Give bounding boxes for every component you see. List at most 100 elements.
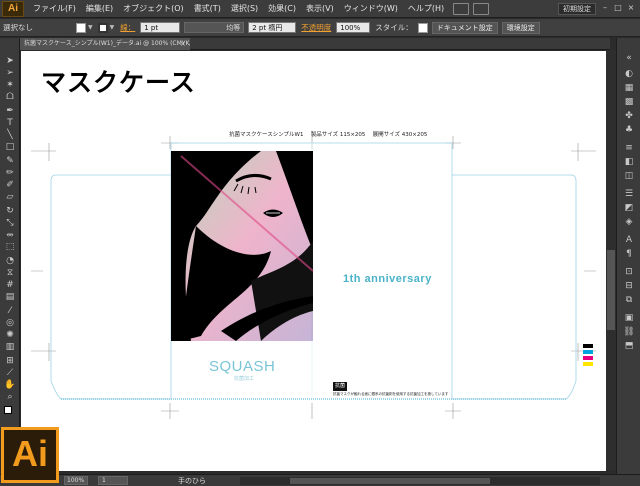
symbols-panel-icon[interactable]: ♣ (622, 124, 636, 136)
tools-panel: ➤ ➢ ✶ ᗝ ✒ T ╲ □ ✎ ✏ ✐ ▱ ↻ ⤡ ⥈ ⬚ ◔ ⧖ # ▤ … (0, 38, 20, 428)
column-graph-tool-icon[interactable]: ▥ (4, 342, 16, 352)
perspective-grid-tool-icon[interactable]: ⧖ (4, 268, 16, 278)
brand-logo: SQUASH (209, 358, 276, 375)
workspace-switcher[interactable]: 初期設定 (558, 3, 596, 15)
antibacterial-badge: 抗菌 (333, 382, 347, 391)
menu-object[interactable]: オブジェクト(O) (118, 0, 189, 18)
paragraph-panel-icon[interactable]: ¶ (622, 248, 636, 260)
free-transform-tool-icon[interactable]: ⬚ (4, 242, 16, 252)
color-guide-icon[interactable]: ▦ (622, 82, 636, 94)
brush-definition[interactable]: 2 pt 楕円 (248, 22, 297, 33)
paintbrush-tool-icon[interactable]: ✎ (4, 156, 16, 166)
transform-panel-icon[interactable]: ⊡ (622, 266, 636, 278)
pen-tool-icon[interactable]: ✒ (4, 106, 16, 116)
type-tool-icon[interactable]: T (4, 118, 16, 128)
bridge-icon[interactable] (453, 2, 470, 15)
menu-bar: Ai ファイル(F) 編集(E) オブジェクト(O) 書式(T) 選択(S) 効… (0, 0, 640, 18)
gradient-tool-icon[interactable]: ▤ (4, 292, 16, 302)
menu-effect[interactable]: 効果(C) (263, 0, 301, 18)
product-note: 抗菌マスクが触れる面に銀系の抗菌剤を使用する抗菌加工を施しています (333, 392, 449, 396)
opacity-label[interactable]: 不透明度 (301, 22, 331, 33)
transparency-panel-icon[interactable]: ◫ (622, 170, 636, 182)
current-tool-status: 手のひら (178, 477, 206, 485)
artwork (31, 136, 596, 419)
chevron-down-icon[interactable]: ▼ (88, 24, 93, 31)
rectangle-tool-icon[interactable]: □ (4, 142, 16, 152)
blob-brush-tool-icon[interactable]: ✐ (4, 180, 16, 190)
main-menu: ファイル(F) 編集(E) オブジェクト(O) 書式(T) 選択(S) 効果(C… (28, 0, 449, 18)
canvas[interactable]: マスクケース 抗菌マスクケースシンプルW1 製品サイズ 115×205 展開サイ… (21, 51, 606, 471)
document-tab-bar: 抗菌マスクケース_シンプル(W1)_データ.ai @ 100% (CMYK/プレ… (20, 38, 610, 50)
stroke-swatch[interactable] (97, 22, 108, 33)
navigator-panel-icon[interactable]: ⬒ (622, 340, 636, 352)
crop-marks (31, 136, 596, 419)
cut-line (50, 142, 577, 400)
menu-help[interactable]: ヘルプ(H) (403, 0, 449, 18)
menu-file[interactable]: ファイル(F) (28, 0, 81, 18)
tab-close-icon[interactable]: × (180, 38, 186, 50)
scale-tool-icon[interactable]: ⤡ (4, 218, 16, 228)
selection-tool-icon[interactable]: ➤ (4, 56, 16, 66)
control-panel: 選択なし ▼ ▼ 線： 1 pt 均等 2 pt 楕円 不透明度 100% スタ… (0, 19, 640, 37)
links-panel-icon[interactable]: ⛓ (622, 326, 636, 338)
stroke-label[interactable]: 線： (120, 22, 135, 33)
fill-color-icon[interactable] (4, 406, 12, 414)
menu-window[interactable]: ウィンドウ(W) (339, 0, 403, 18)
brushes-panel-icon[interactable]: ✤ (622, 110, 636, 122)
zoom-field[interactable]: 100% (64, 476, 88, 485)
slice-tool-icon[interactable]: ⟋ (4, 368, 16, 378)
menu-edit[interactable]: 編集(E) (81, 0, 118, 18)
blend-tool-icon[interactable]: ◎ (4, 318, 16, 328)
close-icon[interactable]: × (626, 3, 636, 13)
artboards-panel-icon[interactable]: ▣ (622, 312, 636, 324)
maximize-icon[interactable]: □ (613, 3, 623, 13)
stroke-panel-icon[interactable]: ≡ (622, 142, 636, 154)
graphic-style-swatch[interactable] (417, 22, 428, 33)
stroke-weight-field[interactable]: 1 pt (140, 22, 181, 33)
symbol-sprayer-tool-icon[interactable]: ✺ (4, 330, 16, 340)
hand-tool-icon[interactable]: ✋ (4, 380, 16, 390)
color-registration-marks (583, 344, 593, 366)
document-tab[interactable]: 抗菌マスクケース_シンプル(W1)_データ.ai @ 100% (CMYK/プレ… (20, 38, 190, 50)
horizontal-scroll-thumb[interactable] (290, 478, 490, 484)
appearance-panel-icon[interactable]: ☰ (622, 188, 636, 200)
document-setup-button[interactable]: ドキュメント設定 (431, 21, 498, 34)
direct-selection-tool-icon[interactable]: ➢ (4, 68, 16, 78)
eyedropper-tool-icon[interactable]: ⁄ (4, 306, 16, 316)
pencil-tool-icon[interactable]: ✏ (4, 168, 16, 178)
minimize-icon[interactable]: – (600, 3, 610, 13)
swatches-panel-icon[interactable]: ▩ (622, 96, 636, 108)
pathfinder-panel-icon[interactable]: ⧉ (622, 294, 636, 306)
magic-wand-tool-icon[interactable]: ✶ (4, 80, 16, 90)
chevron-down-icon[interactable]: ▼ (110, 24, 115, 31)
lasso-tool-icon[interactable]: ᗝ (4, 92, 16, 102)
vertical-scroll-thumb[interactable] (607, 250, 615, 330)
align-panel-icon[interactable]: ⊟ (622, 280, 636, 292)
collapse-panels-icon[interactable]: « (622, 52, 636, 64)
illustration-woman (171, 151, 314, 341)
shape-builder-tool-icon[interactable]: ◔ (4, 256, 16, 266)
horizontal-scrollbar[interactable] (240, 477, 600, 485)
zoom-tool-icon[interactable]: ⌕ (4, 392, 16, 402)
artboard-navigator[interactable]: 1 (98, 476, 128, 485)
vertical-scrollbar[interactable] (606, 50, 616, 470)
width-tool-icon[interactable]: ⥈ (4, 230, 16, 240)
variable-width-profile[interactable]: 均等 (184, 22, 245, 33)
gradient-panel-icon[interactable]: ◧ (622, 156, 636, 168)
menu-type[interactable]: 書式(T) (189, 0, 226, 18)
arrange-documents-icon[interactable] (473, 2, 490, 15)
artboard-tool-icon[interactable]: ⊞ (4, 356, 16, 366)
character-panel-icon[interactable]: A (622, 234, 636, 246)
rotate-tool-icon[interactable]: ↻ (4, 206, 16, 216)
color-panel-icon[interactable]: ◐ (622, 68, 636, 80)
fill-swatch[interactable] (76, 22, 86, 33)
preferences-button[interactable]: 環境設定 (501, 21, 540, 34)
opacity-field[interactable]: 100% (336, 22, 371, 33)
eraser-tool-icon[interactable]: ▱ (4, 192, 16, 202)
layers-panel-icon[interactable]: ◈ (622, 216, 636, 228)
mesh-tool-icon[interactable]: # (4, 280, 16, 290)
line-tool-icon[interactable]: ╲ (4, 130, 16, 140)
menu-view[interactable]: 表示(V) (301, 0, 339, 18)
menu-select[interactable]: 選択(S) (226, 0, 263, 18)
graphic-styles-panel-icon[interactable]: ◩ (622, 202, 636, 214)
